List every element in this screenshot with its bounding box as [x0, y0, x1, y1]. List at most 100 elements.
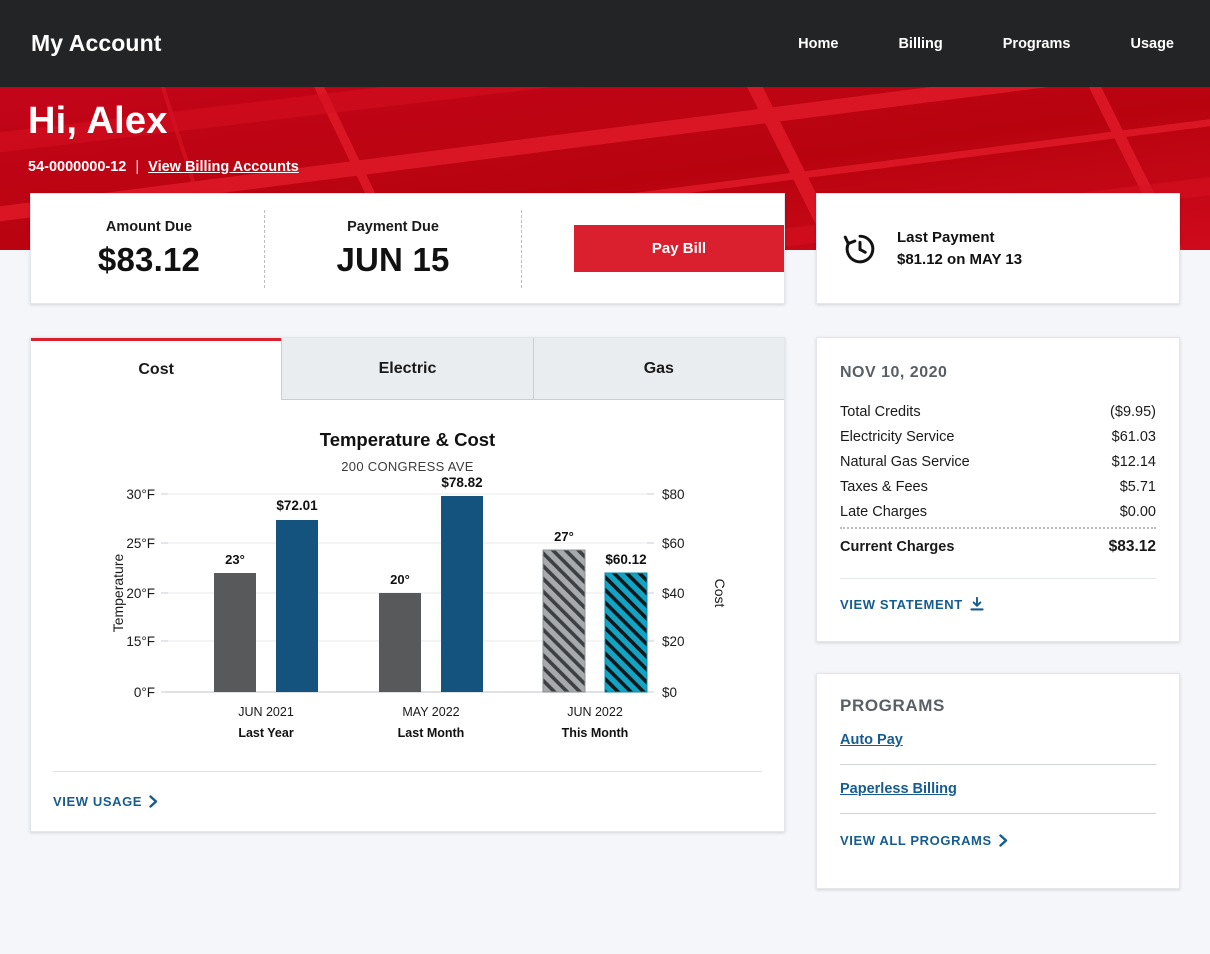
programs-title: PROGRAMS [840, 696, 1156, 716]
history-clock-icon [841, 230, 879, 268]
programs-footer: VIEW ALL PROGRAMS [840, 830, 1156, 850]
tab-electric[interactable]: Electric [281, 338, 532, 400]
chart-container: Temperature & Cost 200 CONGRESS AVE [31, 400, 784, 772]
payment-due-block: Payment Due JUN 15 [289, 219, 497, 279]
statement-row-value: $0.00 [1120, 504, 1156, 520]
last-payment-title: Last Payment [897, 227, 1022, 249]
statement-date: NOV 10, 2020 [840, 364, 1156, 382]
bar-label-temp-jun-2021: 23° [225, 552, 245, 567]
view-statement-link[interactable]: VIEW STATEMENT [840, 597, 984, 612]
y-right-tick-80: $80 [662, 487, 685, 502]
top-navigation-bar: My Account Home Billing Programs Usage [0, 0, 1210, 87]
statement-row-label: Natural Gas Service [840, 454, 970, 470]
divider-2 [521, 210, 522, 288]
usage-card-footer: VIEW USAGE [53, 771, 762, 831]
statement-row: Total Credits ($9.95) [840, 399, 1156, 424]
bar-label-cost-jun-2021: $72.01 [276, 498, 318, 513]
bar-label-cost-may-2022: $78.82 [441, 475, 482, 490]
bar-cost-jun-2022 [605, 573, 647, 692]
hero-greeting: Hi, Alex [28, 100, 168, 143]
program-link-paperless-billing[interactable]: Paperless Billing [840, 781, 1156, 814]
x-tick-may-2022: MAY 2022 [402, 705, 459, 719]
view-all-programs-label: VIEW ALL PROGRAMS [840, 833, 992, 848]
tab-gas[interactable]: Gas [533, 338, 784, 400]
bar-temp-jun-2021 [214, 573, 256, 692]
y-axis-label-cost: Cost [712, 579, 728, 608]
tab-cost[interactable]: Cost [31, 338, 281, 400]
bar-label-temp-may-2022: 20° [390, 572, 410, 587]
y-left-tick-25: 25°F [126, 536, 155, 551]
statement-row-value: $12.14 [1112, 454, 1156, 470]
statement-row: Late Charges $0.00 [840, 499, 1156, 524]
statement-row-value: $5.71 [1120, 479, 1156, 495]
download-icon [970, 597, 984, 611]
statement-row-value: $61.03 [1112, 429, 1156, 445]
y-axis-label-temperature: Temperature [110, 553, 126, 632]
nav-link-home[interactable]: Home [798, 30, 838, 58]
nav-link-billing[interactable]: Billing [898, 30, 942, 58]
y-left-tick-0: 0°F [134, 685, 155, 700]
bar-cost-may-2022 [441, 496, 483, 692]
current-charges-label: Current Charges [840, 539, 954, 555]
nav-links: Home Billing Programs Usage [798, 30, 1174, 58]
statement-row: Taxes & Fees $5.71 [840, 474, 1156, 499]
x-sublabel-this-month: This Month [562, 726, 629, 740]
usage-tabs: Cost Electric Gas [31, 338, 784, 400]
view-statement-label: VIEW STATEMENT [840, 597, 963, 612]
statement-row-label: Electricity Service [840, 429, 954, 445]
bar-temp-jun-2022 [543, 550, 585, 692]
account-number: 54-0000000-12 [28, 159, 126, 175]
pay-bill-button[interactable]: Pay Bill [574, 225, 784, 272]
brand-title: My Account [31, 30, 162, 57]
statement-footer: VIEW STATEMENT [840, 579, 1156, 614]
statement-row: Electricity Service $61.03 [840, 424, 1156, 449]
amount-due-label: Amount Due [58, 219, 240, 235]
bar-label-cost-jun-2022: $60.12 [605, 552, 646, 567]
x-tick-jun-2021: JUN 2021 [238, 705, 294, 719]
y-right-tick-20: $20 [662, 634, 685, 649]
usage-chart-card: Cost Electric Gas Temperature & Cost 200… [30, 337, 785, 832]
bar-cost-jun-2021 [276, 520, 318, 692]
y-right-tick-0: $0 [662, 685, 677, 700]
last-payment-detail: $81.12 on MAY 13 [897, 249, 1022, 271]
y-right-tick-40: $40 [662, 586, 685, 601]
statement-summary-card: NOV 10, 2020 Total Credits ($9.95) Elect… [816, 337, 1180, 642]
statement-row-label: Late Charges [840, 504, 927, 520]
view-billing-accounts-link[interactable]: View Billing Accounts [148, 159, 299, 175]
nav-link-programs[interactable]: Programs [1003, 30, 1071, 58]
divider-1 [264, 210, 265, 288]
statement-row-value: ($9.95) [1110, 404, 1156, 420]
amount-due-block: Amount Due $83.12 [58, 219, 240, 279]
page-root: My Account Home Billing Programs Usage [0, 0, 1210, 954]
y-left-tick-20: 20°F [126, 586, 155, 601]
view-all-programs-link[interactable]: VIEW ALL PROGRAMS [840, 833, 1008, 848]
account-separator: | [135, 159, 139, 175]
statement-row-label: Taxes & Fees [840, 479, 928, 495]
nav-link-usage[interactable]: Usage [1130, 30, 1174, 58]
x-tick-jun-2022: JUN 2022 [567, 705, 623, 719]
payment-due-value: JUN 15 [289, 241, 497, 279]
program-link-auto-pay[interactable]: Auto Pay [840, 732, 1156, 765]
programs-card: PROGRAMS Auto Pay Paperless Billing VIEW… [816, 673, 1180, 889]
temperature-cost-bar-chart: 30°F 25°F 20°F 15°F 0°F $80 $60 $40 $20 … [31, 400, 784, 772]
y-right-tick-60: $60 [662, 536, 685, 551]
payment-due-label: Payment Due [289, 219, 497, 235]
view-usage-link[interactable]: VIEW USAGE [53, 794, 158, 809]
chevron-right-icon [149, 795, 158, 808]
x-sublabel-last-month: Last Month [398, 726, 465, 740]
x-sublabel-last-year: Last Year [238, 726, 294, 740]
y-left-tick-30: 30°F [126, 487, 155, 502]
last-payment-text: Last Payment $81.12 on MAY 13 [897, 227, 1022, 271]
last-payment-card: Last Payment $81.12 on MAY 13 [816, 193, 1180, 304]
bill-summary-card: Amount Due $83.12 Payment Due JUN 15 Pay… [30, 193, 785, 304]
amount-due-value: $83.12 [58, 241, 240, 279]
bar-temp-may-2022 [379, 593, 421, 692]
current-charges-value: $83.12 [1109, 538, 1156, 556]
hero-account-row: 54-0000000-12 | View Billing Accounts [28, 159, 299, 175]
view-usage-label: VIEW USAGE [53, 794, 142, 809]
chevron-right-icon [999, 834, 1008, 847]
y-left-tick-15: 15°F [126, 634, 155, 649]
statement-row: Natural Gas Service $12.14 [840, 449, 1156, 474]
bar-label-temp-jun-2022: 27° [554, 529, 574, 544]
statement-total-row: Current Charges $83.12 [840, 527, 1156, 561]
